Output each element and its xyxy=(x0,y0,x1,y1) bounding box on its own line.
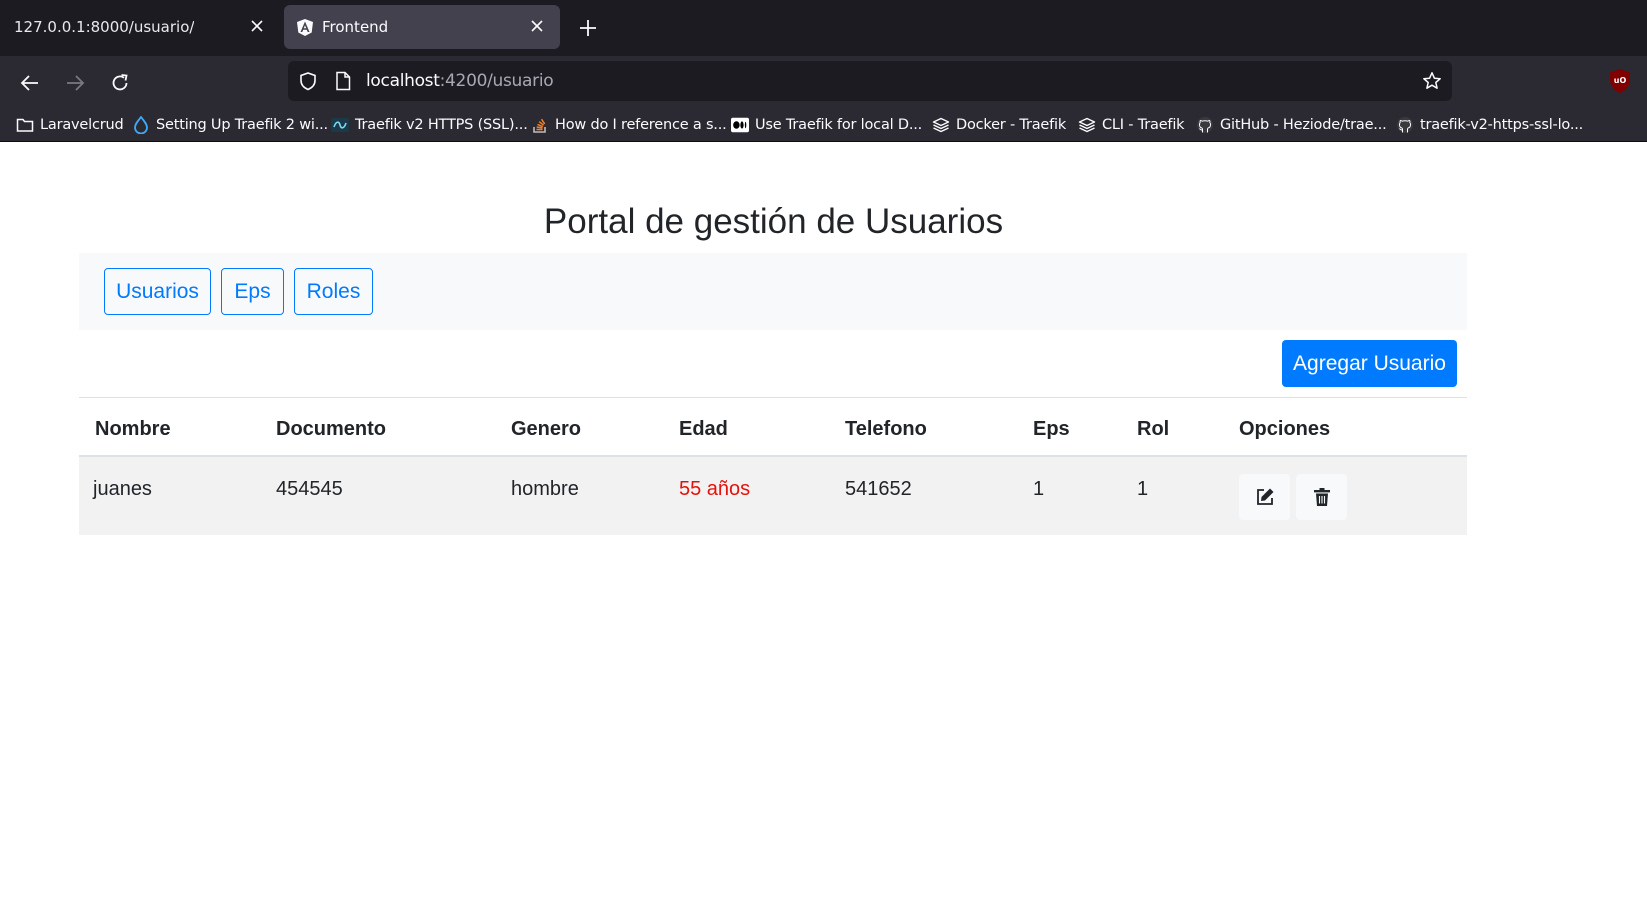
bookmark-label: traefik-v2-https-ssl-lo... xyxy=(1420,117,1584,133)
column-header-documento: Documento xyxy=(276,418,386,440)
bookmark-label: Laravelcrud xyxy=(40,117,124,133)
navigation-toolbar: localhost:4200/usuario uO xyxy=(0,56,1647,108)
forward-arrow-icon[interactable] xyxy=(60,68,90,98)
cell-rol: 1 xyxy=(1137,478,1149,500)
table-header: Nombre Documento Genero Edad Telefono Ep… xyxy=(79,397,1467,457)
section-nav: Usuarios Eps Roles xyxy=(79,253,1467,330)
column-header-edad: Edad xyxy=(679,418,728,440)
tab-strip: 127.0.0.1:8000/usuario/ Frontend xyxy=(0,0,1647,56)
bookmark-star-icon[interactable] xyxy=(1422,71,1442,96)
medium-icon xyxy=(731,116,749,134)
users-table: Nombre Documento Genero Edad Telefono Ep… xyxy=(79,397,1467,535)
bookmark-label: Use Traefik for local D... xyxy=(755,117,923,133)
add-user-button[interactable]: Agregar Usuario xyxy=(1282,340,1457,387)
cell-documento: 454545 xyxy=(276,478,343,500)
tab-usuario-api[interactable]: 127.0.0.1:8000/usuario/ xyxy=(0,5,280,49)
tab-frontend[interactable]: Frontend xyxy=(284,5,560,49)
bookmark-laravelcrud[interactable]: Laravelcrud xyxy=(16,114,124,136)
bookmark-medium[interactable]: Use Traefik for local D... xyxy=(731,114,922,136)
column-header-telefono: Telefono xyxy=(845,418,927,440)
bookmark-docker-traefik[interactable]: Docker - Traefik xyxy=(932,114,1066,136)
delete-button[interactable] xyxy=(1296,474,1347,520)
new-tab-icon[interactable] xyxy=(574,14,602,42)
back-arrow-icon[interactable] xyxy=(15,68,45,98)
bookmark-cli-traefik[interactable]: CLI - Traefik xyxy=(1078,114,1185,136)
column-header-eps: Eps xyxy=(1033,418,1070,440)
bookmark-label: How do I reference a s... xyxy=(555,117,727,133)
cell-edad: 55 años xyxy=(679,478,751,500)
column-header-opciones: Opciones xyxy=(1239,418,1331,440)
eps-button[interactable]: Eps xyxy=(221,268,284,315)
url-host: localhost xyxy=(366,71,440,91)
trash-icon xyxy=(1313,488,1330,506)
table-row: juanes 454545 hombre 55 años 541652 1 1 xyxy=(79,457,1467,535)
ublock-origin-icon[interactable]: uO xyxy=(1609,68,1631,94)
column-header-genero: Genero xyxy=(511,418,582,440)
traefik-icon xyxy=(932,116,950,134)
bookmarks-toolbar: Laravelcrud Setting Up Traefik 2 wi... T… xyxy=(0,108,1647,142)
shield-icon[interactable] xyxy=(298,71,318,96)
cell-nombre: juanes xyxy=(93,478,152,500)
edit-button[interactable] xyxy=(1239,474,1290,520)
url-path: :4200/usuario xyxy=(439,71,554,91)
usuarios-button[interactable]: Usuarios xyxy=(104,268,211,315)
address-bar[interactable]: localhost:4200/usuario xyxy=(288,61,1452,101)
github-icon xyxy=(1396,116,1414,134)
cell-genero: hombre xyxy=(511,478,579,500)
svg-text:uO: uO xyxy=(1614,76,1627,85)
page-icon xyxy=(334,71,352,96)
bookmark-label: Docker - Traefik xyxy=(956,117,1067,133)
column-header-rol: Rol xyxy=(1137,418,1170,440)
cell-telefono: 541652 xyxy=(845,478,912,500)
page-content: Portal de gestión de Usuarios Usuarios E… xyxy=(0,142,1647,912)
page-title: Portal de gestión de Usuarios xyxy=(543,202,1004,241)
bookmark-traefik-v2-repo[interactable]: traefik-v2-https-ssl-lo... xyxy=(1396,114,1583,136)
bookmark-label: Setting Up Traefik 2 wi... xyxy=(156,117,328,133)
bookmark-label: GitHub - Heziode/trae... xyxy=(1220,117,1387,133)
bookmark-traefik-setup[interactable]: Setting Up Traefik 2 wi... xyxy=(132,114,328,136)
cell-eps: 1 xyxy=(1033,478,1045,500)
bookmark-traefik-https[interactable]: Traefik v2 HTTPS (SSL)... xyxy=(331,114,528,136)
edit-icon xyxy=(1256,488,1273,505)
traefik-icon xyxy=(1078,116,1096,134)
angular-icon xyxy=(296,18,314,36)
bookmark-github-heziode[interactable]: GitHub - Heziode/trae... xyxy=(1196,114,1387,136)
url-text[interactable]: localhost:4200/usuario xyxy=(366,71,554,91)
bookmark-label: CLI - Traefik xyxy=(1102,117,1185,133)
bookmark-label: Traefik v2 HTTPS (SSL)... xyxy=(355,117,528,133)
tab-title: 127.0.0.1:8000/usuario/ xyxy=(14,18,195,36)
stackoverflow-icon xyxy=(531,116,549,134)
close-tab-icon[interactable] xyxy=(248,17,266,35)
drop-icon xyxy=(132,116,150,134)
github-icon xyxy=(1196,116,1214,134)
folder-icon xyxy=(16,116,34,134)
bookmark-stackoverflow[interactable]: How do I reference a s... xyxy=(531,114,727,136)
close-tab-icon[interactable] xyxy=(528,17,546,35)
reload-icon[interactable] xyxy=(105,68,135,98)
roles-button[interactable]: Roles xyxy=(294,268,373,315)
tab-title: Frontend xyxy=(322,18,389,36)
column-header-nombre: Nombre xyxy=(95,418,171,440)
site-icon xyxy=(331,116,349,134)
